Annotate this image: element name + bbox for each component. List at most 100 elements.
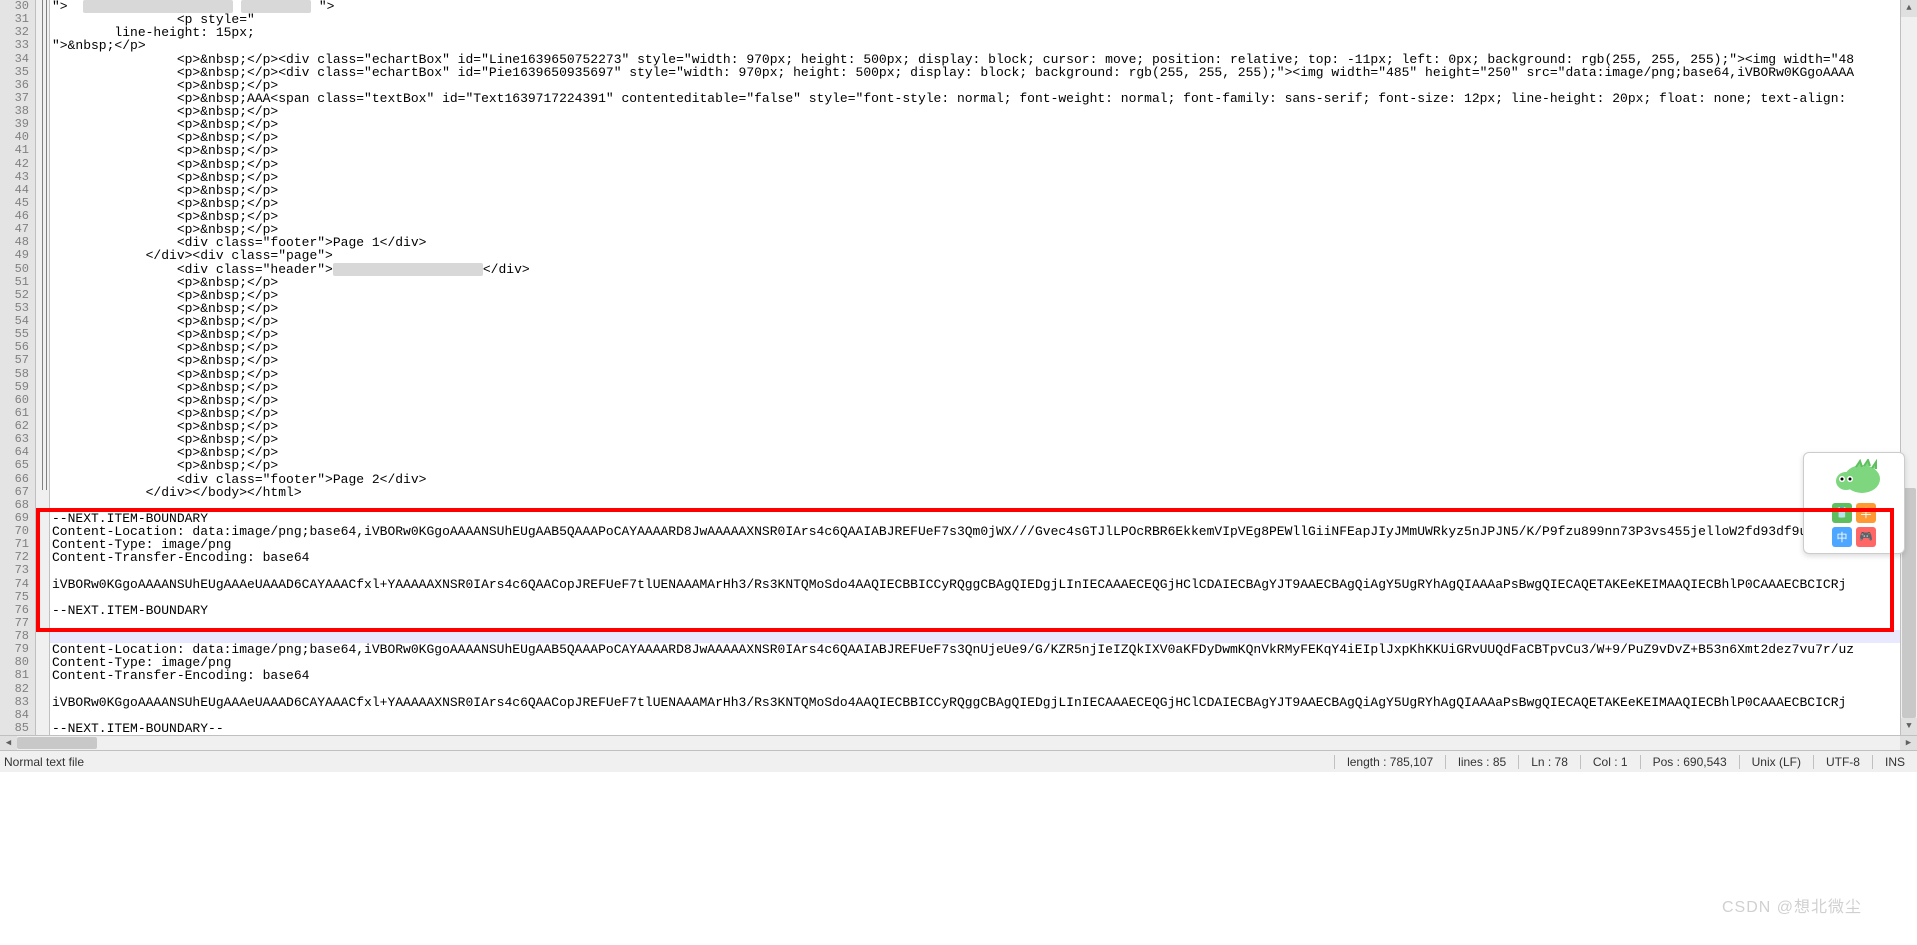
- code-line[interactable]: iVBORw0KGgoAAAANSUhEUgAAAeUAAAD6CAYAAACf…: [50, 578, 1917, 591]
- line-number: 83: [0, 696, 29, 709]
- code-line[interactable]: Content-Location: data:image/png;base64,…: [50, 643, 1917, 656]
- code-line[interactable]: <p>&nbsp;</p>: [50, 368, 1917, 381]
- code-line[interactable]: [50, 499, 1917, 512]
- line-number: 85: [0, 722, 29, 735]
- code-line[interactable]: [50, 617, 1917, 630]
- code-line[interactable]: --NEXT.ITEM-BOUNDARY: [50, 604, 1917, 617]
- code-line[interactable]: [50, 564, 1917, 577]
- code-line[interactable]: <p>&nbsp;</p>: [50, 328, 1917, 341]
- line-number: 35: [0, 66, 29, 79]
- line-number: 36: [0, 79, 29, 92]
- ime-mascot-widget[interactable]: 👕半中🎮: [1803, 452, 1905, 554]
- code-line[interactable]: ">&nbsp;</p>: [50, 39, 1917, 52]
- horizontal-scroll-thumb[interactable]: [17, 737, 97, 749]
- line-number: 84: [0, 709, 29, 722]
- code-line[interactable]: Content-Type: image/png: [50, 656, 1917, 669]
- code-line[interactable]: Content-Type: image/png: [50, 538, 1917, 551]
- code-line[interactable]: --NEXT.ITEM-BOUNDARY: [50, 512, 1917, 525]
- code-line[interactable]: [50, 683, 1917, 696]
- code-line[interactable]: <div class="header"> </div>: [50, 263, 1917, 276]
- line-number: 67: [0, 486, 29, 499]
- code-line[interactable]: <p>&nbsp;</p>: [50, 131, 1917, 144]
- code-line[interactable]: <p>&nbsp;</p>: [50, 459, 1917, 472]
- code-line[interactable]: <div class="footer">Page 1</div>: [50, 236, 1917, 249]
- code-area[interactable]: "> "> <p style=" line-height: 15px;">&nb…: [50, 0, 1917, 735]
- ime-icon[interactable]: 中: [1832, 527, 1852, 547]
- code-line[interactable]: [50, 709, 1917, 722]
- code-line[interactable]: <p>&nbsp;</p>: [50, 315, 1917, 328]
- vertical-scrollbar[interactable]: ▲ ▼: [1900, 0, 1917, 735]
- code-line[interactable]: <p>&nbsp;</p>: [50, 433, 1917, 446]
- status-col: Col : 1: [1580, 755, 1640, 769]
- status-length: length : 785,107: [1334, 755, 1445, 769]
- line-number: 57: [0, 354, 29, 367]
- code-line[interactable]: --NEXT.ITEM-BOUNDARY--: [50, 722, 1917, 735]
- code-line[interactable]: [50, 630, 1917, 643]
- scroll-left-button[interactable]: ◀: [0, 736, 17, 750]
- code-line[interactable]: <p>&nbsp;</p>: [50, 446, 1917, 459]
- status-ins: INS: [1872, 755, 1917, 769]
- line-number: 52: [0, 289, 29, 302]
- code-line[interactable]: <p>&nbsp;</p>: [50, 276, 1917, 289]
- code-line[interactable]: <p>&nbsp;AAA<span class="textBox" id="Te…: [50, 92, 1917, 105]
- code-line[interactable]: <p>&nbsp;</p>: [50, 79, 1917, 92]
- ime-icon[interactable]: 半: [1856, 503, 1876, 523]
- line-number: 49: [0, 249, 29, 262]
- line-number-gutter: 3031323334353637383940414243444546474849…: [0, 0, 36, 735]
- line-number: 66: [0, 473, 29, 486]
- line-number: 34: [0, 53, 29, 66]
- code-line[interactable]: <p>&nbsp;</p>: [50, 118, 1917, 131]
- code-line[interactable]: <p>&nbsp;</p>: [50, 210, 1917, 223]
- code-line[interactable]: <p>&nbsp;</p>: [50, 420, 1917, 433]
- editor-container: 3031323334353637383940414243444546474849…: [0, 0, 1917, 735]
- ime-icon[interactable]: 🎮: [1856, 527, 1876, 547]
- code-line[interactable]: <p>&nbsp;</p>: [50, 341, 1917, 354]
- status-bar: Normal text file length : 785,107 lines …: [0, 750, 1917, 772]
- watermark-text: CSDN @想北微尘: [1722, 893, 1862, 917]
- horizontal-scrollbar[interactable]: ◀ ▶: [0, 735, 1917, 750]
- code-line[interactable]: Content-Transfer-Encoding: base64: [50, 669, 1917, 682]
- code-line[interactable]: <p>&nbsp;</p>: [50, 407, 1917, 420]
- line-number: 81: [0, 669, 29, 682]
- code-line[interactable]: </div><div class="page">: [50, 249, 1917, 262]
- code-line[interactable]: <p>&nbsp;</p>: [50, 302, 1917, 315]
- horizontal-scroll-track[interactable]: [17, 736, 1900, 750]
- line-number: 73: [0, 564, 29, 577]
- code-line[interactable]: <p>&nbsp;</p><div class="echartBox" id="…: [50, 66, 1917, 79]
- line-number: 42: [0, 158, 29, 171]
- code-line[interactable]: <p style=": [50, 13, 1917, 26]
- line-number: 51: [0, 276, 29, 289]
- code-line[interactable]: <p>&nbsp;</p>: [50, 171, 1917, 184]
- code-line[interactable]: "> ">: [50, 0, 1917, 13]
- line-number: 58: [0, 368, 29, 381]
- code-line[interactable]: line-height: 15px;: [50, 26, 1917, 39]
- code-line[interactable]: [50, 591, 1917, 604]
- scroll-down-button[interactable]: ▼: [1901, 718, 1917, 735]
- code-line[interactable]: <p>&nbsp;</p>: [50, 197, 1917, 210]
- code-line[interactable]: <div class="footer">Page 2</div>: [50, 473, 1917, 486]
- status-ln: Ln : 78: [1518, 755, 1580, 769]
- code-line[interactable]: <p>&nbsp;</p>: [50, 158, 1917, 171]
- scroll-up-button[interactable]: ▲: [1901, 0, 1917, 17]
- ime-icon-grid: 👕半中🎮: [1832, 503, 1876, 547]
- fold-margin[interactable]: [36, 0, 50, 735]
- code-line[interactable]: </div></body></html>: [50, 486, 1917, 499]
- code-line[interactable]: <p>&nbsp;</p>: [50, 354, 1917, 367]
- code-line[interactable]: <p>&nbsp;</p>: [50, 289, 1917, 302]
- line-number: 65: [0, 459, 29, 472]
- scroll-right-button[interactable]: ▶: [1900, 736, 1917, 750]
- line-number: 68: [0, 499, 29, 512]
- line-number: 82: [0, 683, 29, 696]
- code-line[interactable]: <p>&nbsp;</p>: [50, 105, 1917, 118]
- code-line[interactable]: <p>&nbsp;</p>: [50, 144, 1917, 157]
- code-line[interactable]: iVBORw0KGgoAAAANSUhEUgAAAeUAAAD6CAYAAACf…: [50, 696, 1917, 709]
- code-line[interactable]: Content-Transfer-Encoding: base64: [50, 551, 1917, 564]
- code-line[interactable]: <p>&nbsp;</p><div class="echartBox" id="…: [50, 53, 1917, 66]
- ime-icon[interactable]: 👕: [1832, 503, 1852, 523]
- code-line[interactable]: <p>&nbsp;</p>: [50, 223, 1917, 236]
- code-line[interactable]: Content-Location: data:image/png;base64,…: [50, 525, 1917, 538]
- code-line[interactable]: <p>&nbsp;</p>: [50, 184, 1917, 197]
- dragon-icon: [1824, 459, 1884, 499]
- code-line[interactable]: <p>&nbsp;</p>: [50, 394, 1917, 407]
- code-line[interactable]: <p>&nbsp;</p>: [50, 381, 1917, 394]
